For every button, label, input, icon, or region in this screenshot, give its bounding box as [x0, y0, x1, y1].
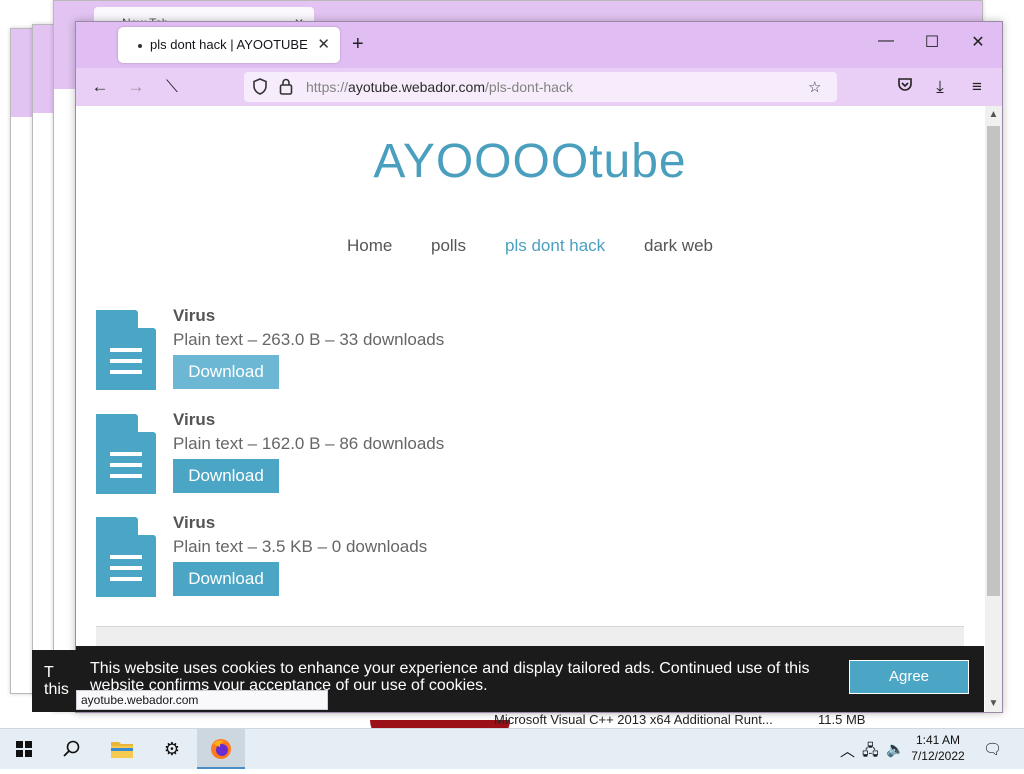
background-row-size: 11.5 MB	[818, 712, 866, 727]
file-meta: Plain text – 162.0 B – 86 downloads	[173, 434, 445, 453]
file-explorer-icon[interactable]	[98, 729, 146, 769]
nav-dark-web[interactable]: dark web	[644, 236, 713, 256]
taskbar: ⚙ ︿ 🖧 🔈 1:41 AM 7/12/2022 🗨	[0, 728, 1024, 769]
background-row-text: Microsoft Visual C++ 2013 x64 Additional…	[494, 712, 773, 727]
url-text: https://ayotube.webador.com/pls-dont-hac…	[306, 79, 573, 95]
bookmark-star-icon[interactable]: ☆	[808, 78, 821, 96]
tab-active[interactable]: pls dont hack | AYOOTUBE ✕	[118, 27, 340, 63]
url-bar[interactable]: https://ayotube.webador.com/pls-dont-hac…	[244, 72, 837, 102]
tab-title: pls dont hack | AYOOTUBE	[150, 37, 308, 52]
file-name: Virus	[173, 513, 216, 532]
background-cookie-fragment: T this	[32, 650, 76, 712]
minimize-icon[interactable]: —	[876, 32, 896, 50]
firefox-taskbar-icon[interactable]	[197, 729, 245, 769]
url-path: /pls-dont-hack	[485, 79, 573, 95]
scrollbar-thumb[interactable]	[987, 126, 1000, 596]
site-logo[interactable]: AYOOOOtube	[76, 134, 984, 189]
file-name: Virus	[173, 306, 216, 325]
volume-icon[interactable]: 🔈	[886, 740, 905, 758]
nav-polls[interactable]: polls	[431, 236, 466, 256]
back-icon[interactable]: ←	[89, 77, 111, 97]
notification-icon[interactable]: 🗨	[983, 740, 1002, 758]
download-button[interactable]: Download	[173, 459, 279, 493]
navigation-toolbar: ← → ⟍ https://ayotube.webador.com/pls-do…	[76, 68, 1002, 106]
forward-icon[interactable]: →	[125, 77, 147, 97]
nav-home[interactable]: Home	[347, 236, 392, 256]
document-icon	[96, 310, 156, 390]
clock-date: 7/12/2022	[911, 749, 965, 763]
page-content: AYOOOOtube Home polls pls dont hack dark…	[76, 106, 984, 712]
background-list-row: Microsoft Visual C++ 2013 x64 Additional…	[440, 712, 910, 728]
menu-icon[interactable]: ≡	[966, 77, 988, 97]
tray-chevron-icon[interactable]: ︿	[840, 740, 855, 761]
vertical-scrollbar[interactable]: ▲ ▼	[985, 106, 1002, 712]
clock-time: 1:41 AM	[915, 733, 961, 747]
lock-icon[interactable]	[279, 78, 293, 99]
agree-button[interactable]: Agree	[849, 660, 969, 694]
file-meta: Plain text – 3.5 KB – 0 downloads	[173, 537, 428, 556]
document-icon	[96, 517, 156, 597]
windows-start-icon[interactable]	[0, 729, 48, 769]
clock[interactable]: 1:41 AM 7/12/2022	[908, 732, 968, 764]
close-window-icon[interactable]: ✕	[968, 32, 988, 52]
settings-gear-icon[interactable]: ⚙	[148, 729, 196, 769]
maximize-icon[interactable]: ☐	[922, 32, 942, 52]
scroll-down-icon[interactable]: ▼	[985, 698, 1002, 709]
download-button[interactable]: Download	[173, 355, 279, 389]
downloads-icon[interactable]: ⤓	[929, 77, 951, 97]
new-tab-icon[interactable]: +	[352, 33, 364, 56]
search-icon[interactable]	[48, 729, 96, 769]
download-button[interactable]: Download	[173, 562, 279, 596]
shield-icon[interactable]	[252, 78, 268, 99]
scroll-up-icon[interactable]: ▲	[985, 109, 1002, 120]
url-prefix: https://	[306, 79, 349, 95]
network-icon[interactable]: 🖧	[862, 740, 879, 765]
pocket-icon[interactable]	[894, 77, 916, 97]
tab-close-icon[interactable]: ✕	[317, 35, 330, 53]
tab-indicator-dot	[138, 44, 142, 48]
browser-window: pls dont hack | AYOOTUBE ✕ + — ☐ ✕ ← → ⟍…	[75, 21, 1003, 713]
nav-pls-dont-hack[interactable]: pls dont hack	[505, 236, 605, 256]
status-bar-url: ayotube.webador.com	[76, 690, 328, 710]
file-meta: Plain text – 263.0 B – 33 downloads	[173, 330, 445, 349]
url-domain: ayotube.webador.com	[348, 79, 486, 95]
file-name: Virus	[173, 410, 216, 429]
stop-loading-icon[interactable]: ⟍	[161, 77, 183, 97]
document-icon	[96, 414, 156, 494]
title-bar: pls dont hack | AYOOTUBE ✕ + — ☐ ✕	[76, 22, 1002, 68]
